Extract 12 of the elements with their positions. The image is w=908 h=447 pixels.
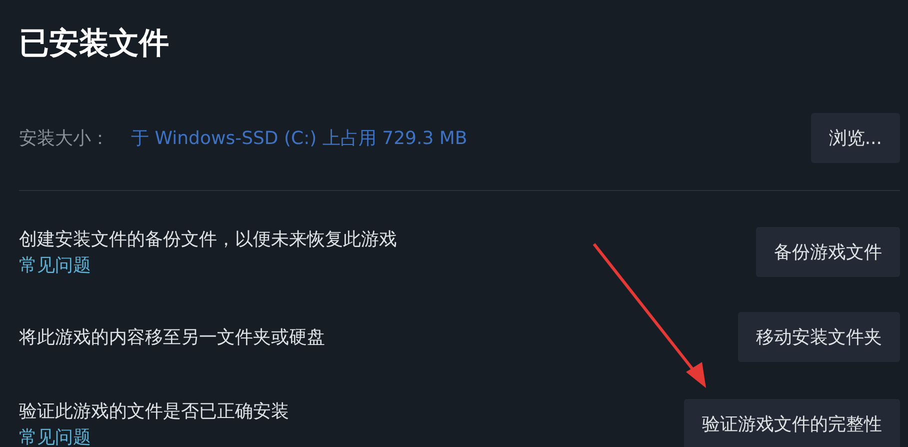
section-title: 已安装文件 — [19, 24, 170, 62]
action-button[interactable]: 验证游戏文件的完整性 — [684, 399, 900, 447]
install-size-label: 安装大小： — [19, 127, 109, 150]
action-button[interactable]: 移动安装文件夹 — [738, 312, 900, 362]
action-description: 创建安装文件的备份文件，以便未来恢复此游戏 — [19, 228, 397, 251]
action-description: 验证此游戏的文件是否已正确安装 — [19, 400, 289, 423]
action-description: 将此游戏的内容移至另一文件夹或硬盘 — [19, 326, 325, 349]
browse-button[interactable]: 浏览... — [810, 113, 900, 163]
install-size-value: 于 Windows-SSD (C:) 上占用 729.3 MB — [131, 127, 468, 150]
faq-link[interactable]: 常见问题 — [19, 253, 397, 277]
faq-link[interactable]: 常见问题 — [19, 425, 289, 447]
action-button[interactable]: 备份游戏文件 — [756, 227, 900, 277]
